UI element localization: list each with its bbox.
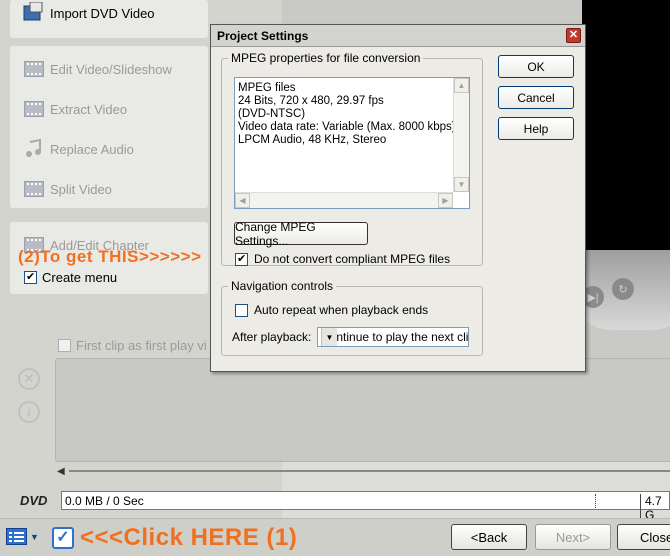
import-dvd-video-button[interactable]: Import DVD Video: [22, 1, 155, 24]
disc-type-label: DVD: [20, 493, 48, 508]
capacity-marker: [595, 494, 596, 508]
first-clip-checkbox[interactable]: [58, 339, 71, 352]
after-playback-select[interactable]: Continue to play the next cli ▼: [317, 327, 469, 347]
info-vertical-scrollbar[interactable]: ▲ ▼: [453, 78, 469, 192]
project-settings-button[interactable]: ✓: [52, 527, 74, 549]
change-mpeg-settings-button[interactable]: Change MPEG Settings...: [234, 220, 368, 248]
close-button[interactable]: Close: [617, 524, 670, 550]
clip-info-box: [55, 358, 670, 462]
no-convert-label: Do not convert compliant MPEG files: [254, 252, 451, 266]
back-button[interactable]: <Back: [451, 524, 527, 550]
bottom-bar: ▼ ✓ <<<Click HERE (1) <Back Next> Close: [0, 518, 670, 556]
first-clip-label: First clip as first play vi: [76, 338, 207, 353]
scroll-left-icon[interactable]: ◀: [57, 466, 65, 477]
delete-icon[interactable]: ✕: [18, 368, 40, 390]
scroll-right-icon[interactable]: ▶: [438, 193, 453, 208]
chevron-down-icon[interactable]: ▼: [321, 328, 337, 346]
scroll-left-icon[interactable]: ◀: [235, 193, 250, 208]
capacity-used-text: 0.0 MB / 0 Sec: [65, 494, 144, 508]
replace-audio-button[interactable]: Replace Audio: [22, 138, 134, 160]
auto-repeat-row[interactable]: Auto repeat when playback ends: [235, 303, 428, 317]
no-convert-row[interactable]: Do not convert compliant MPEG files: [235, 252, 450, 266]
capacity-bar: 0.0 MB / 0 Sec 4.7 G: [61, 491, 670, 522]
after-playback-label: After playback:: [232, 330, 312, 344]
cancel-button[interactable]: Cancel: [498, 86, 574, 109]
create-menu-checkbox[interactable]: [24, 270, 37, 284]
mpeg-info-textbox[interactable]: MPEG files 24 Bits, 720 x 480, 29.97 fps…: [234, 77, 470, 209]
auto-repeat-checkbox[interactable]: [235, 303, 248, 317]
help-button[interactable]: Help: [498, 117, 574, 140]
settings-menu-button[interactable]: ▼: [6, 528, 39, 546]
to-get-this-annotation: (2)To get THIS>>>>>>: [18, 247, 202, 266]
scroll-down-icon[interactable]: ▼: [454, 177, 469, 192]
split-label: Split Video: [50, 181, 112, 197]
mpeg-properties-group: MPEG properties for file conversion MPEG…: [221, 51, 483, 266]
import-icon: [22, 1, 46, 24]
dialog-title-bar[interactable]: Project Settings ✕: [211, 25, 585, 47]
info-line: (DVD-NTSC): [238, 108, 306, 120]
split-video-button[interactable]: Split Video: [22, 178, 112, 200]
film-edit-icon: [22, 58, 46, 80]
dialog-title: Project Settings: [217, 29, 309, 43]
chevron-down-icon: ▼: [30, 532, 39, 542]
edit-video-button[interactable]: Edit Video/Slideshow: [22, 58, 172, 80]
ok-button[interactable]: OK: [498, 55, 574, 78]
repeat-icon[interactable]: ↻: [612, 278, 634, 300]
film-extract-icon: [22, 98, 46, 120]
after-playback-value: Continue to play the next cli: [321, 330, 469, 344]
next-button[interactable]: Next>: [535, 524, 611, 550]
edit-label: Edit Video/Slideshow: [50, 61, 172, 77]
scroll-track[interactable]: [69, 470, 670, 472]
film-split-icon: [22, 178, 46, 200]
list-menu-icon: [6, 528, 27, 545]
music-note-icon: [22, 138, 46, 160]
no-convert-checkbox[interactable]: [235, 252, 248, 266]
info-line: MPEG files: [238, 82, 296, 94]
info-line: 24 Bits, 720 x 480, 29.97 fps: [238, 95, 384, 107]
extract-label: Extract Video: [50, 101, 128, 117]
info-horizontal-scrollbar[interactable]: ◀ ▶: [235, 192, 453, 208]
info-icon[interactable]: i: [18, 401, 40, 423]
project-settings-dialog: Project Settings ✕ MPEG properties for f…: [210, 24, 586, 372]
import-label: Import DVD Video: [50, 5, 155, 21]
nav-group-label: Navigation controls: [228, 279, 337, 293]
replace-audio-label: Replace Audio: [50, 141, 134, 157]
close-icon[interactable]: ✕: [566, 28, 581, 43]
scroll-up-icon[interactable]: ▲: [454, 78, 469, 93]
preview-screen: [582, 0, 670, 250]
extract-video-button[interactable]: Extract Video: [22, 98, 127, 120]
click-here-annotation: <<<Click HERE (1): [80, 524, 298, 551]
create-menu-checkbox-row[interactable]: Create menu: [24, 270, 117, 285]
timeline-scrollbar[interactable]: ◀: [57, 466, 670, 477]
create-menu-label: Create menu: [42, 270, 118, 285]
info-line: Video data rate: Variable (Max. 8000 kbp…: [238, 121, 456, 133]
auto-repeat-label: Auto repeat when playback ends: [254, 303, 429, 317]
mpeg-group-label: MPEG properties for file conversion: [228, 51, 424, 65]
info-line: LPCM Audio, 48 KHz, Stereo: [238, 134, 387, 146]
first-clip-checkbox-row[interactable]: First clip as first play vi: [58, 338, 207, 353]
